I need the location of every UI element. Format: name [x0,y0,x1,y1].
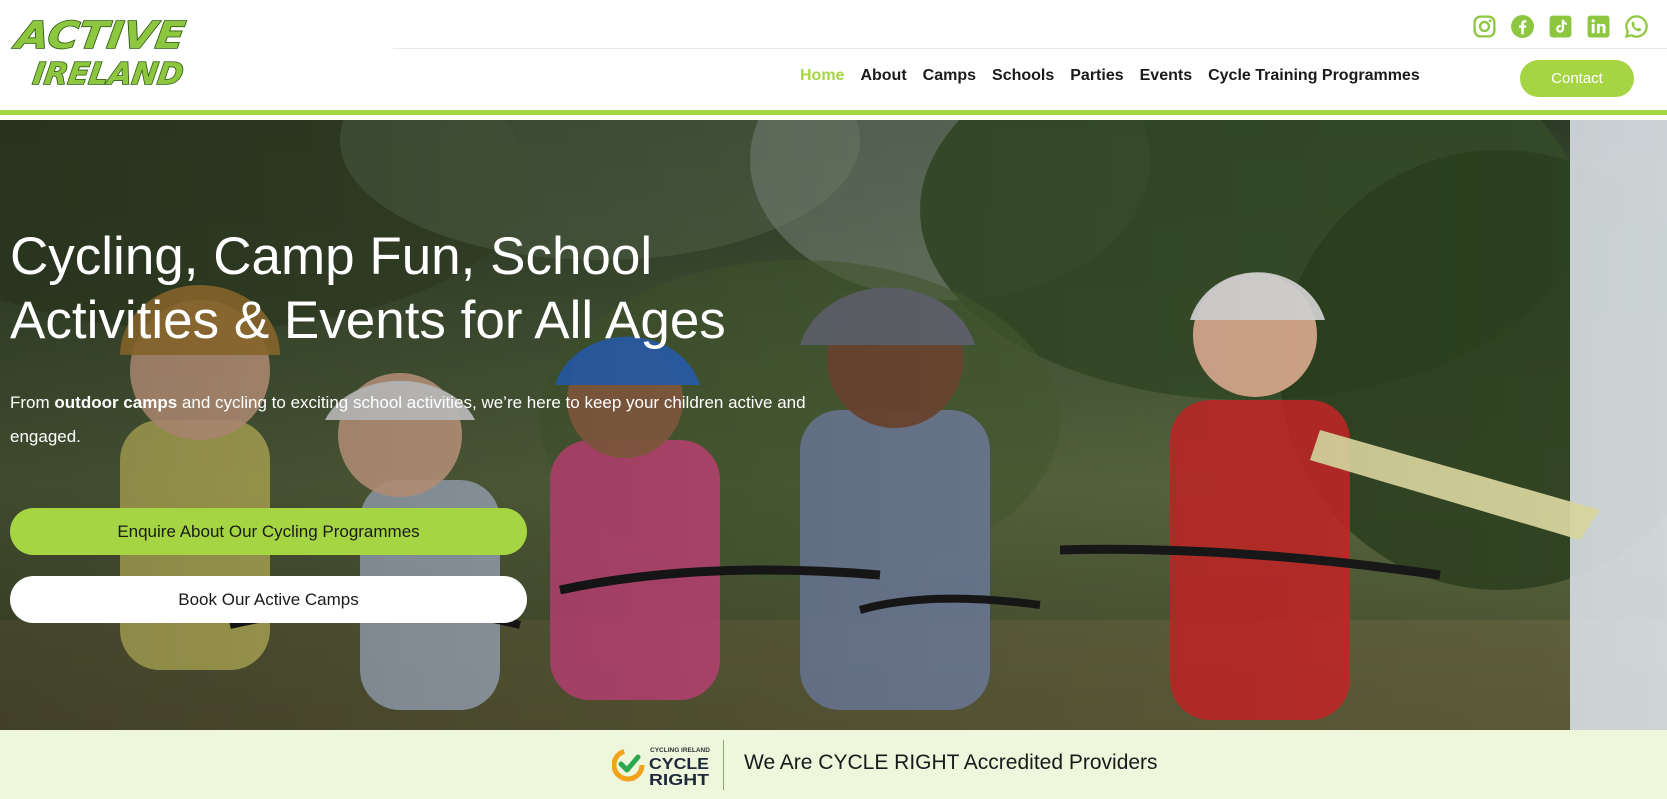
active-ireland-logo[interactable]: ACTIVE IRELAND [6,12,194,92]
svg-text:IRELAND: IRELAND [31,57,186,92]
enquire-cycling-button[interactable]: Enquire About Our Cycling Programmes [10,508,527,555]
facebook-icon[interactable] [1510,14,1535,39]
hero-subtitle-bold: outdoor camps [54,393,178,412]
book-camps-button[interactable]: Book Our Active Camps [10,576,527,623]
whatsapp-icon[interactable] [1624,14,1649,39]
instagram-icon[interactable] [1472,14,1497,39]
tiktok-icon[interactable] [1548,14,1573,39]
hero-section: Cycling, Camp Fun, School Activities & E… [0,120,1667,730]
nav-item-cycle-training[interactable]: Cycle Training Programmes [1200,67,1428,85]
cycle-right-logo: CYCLING IRELAND CYCLE RIGHT [611,742,717,789]
nav-item-events[interactable]: Events [1132,67,1200,85]
nav-item-home[interactable]: Home [792,67,852,85]
social-links [1472,14,1649,39]
accreditation-text: We Are CYCLE RIGHT Accredited Providers [744,751,1158,774]
svg-text:CYCLING IRELAND: CYCLING IRELAND [650,747,710,754]
nav-item-schools[interactable]: Schools [984,67,1062,85]
hero-title: Cycling, Camp Fun, School Activities & E… [10,227,726,350]
svg-text:ACTIVE: ACTIVE [10,13,188,57]
svg-text:CYCLE: CYCLE [649,756,709,773]
main-navigation: Home About Camps Schools Parties Events … [792,67,1428,85]
site-header: ACTIVE IRELAND Home About Camps Schools … [0,0,1667,115]
nav-item-about[interactable]: About [852,67,914,85]
contact-button[interactable]: Contact [1520,60,1634,97]
hero-subtitle: From outdoor camps and cycling to exciti… [10,393,806,446]
linkedin-icon[interactable] [1586,14,1611,39]
accreditation-divider [723,740,724,790]
svg-text:RIGHT: RIGHT [649,772,709,788]
nav-item-camps[interactable]: Camps [915,67,984,85]
nav-item-parties[interactable]: Parties [1062,67,1131,85]
accreditation-bar: CYCLING IRELAND CYCLE RIGHT We Are CYCLE… [0,730,1667,799]
header-divider [393,48,1667,49]
